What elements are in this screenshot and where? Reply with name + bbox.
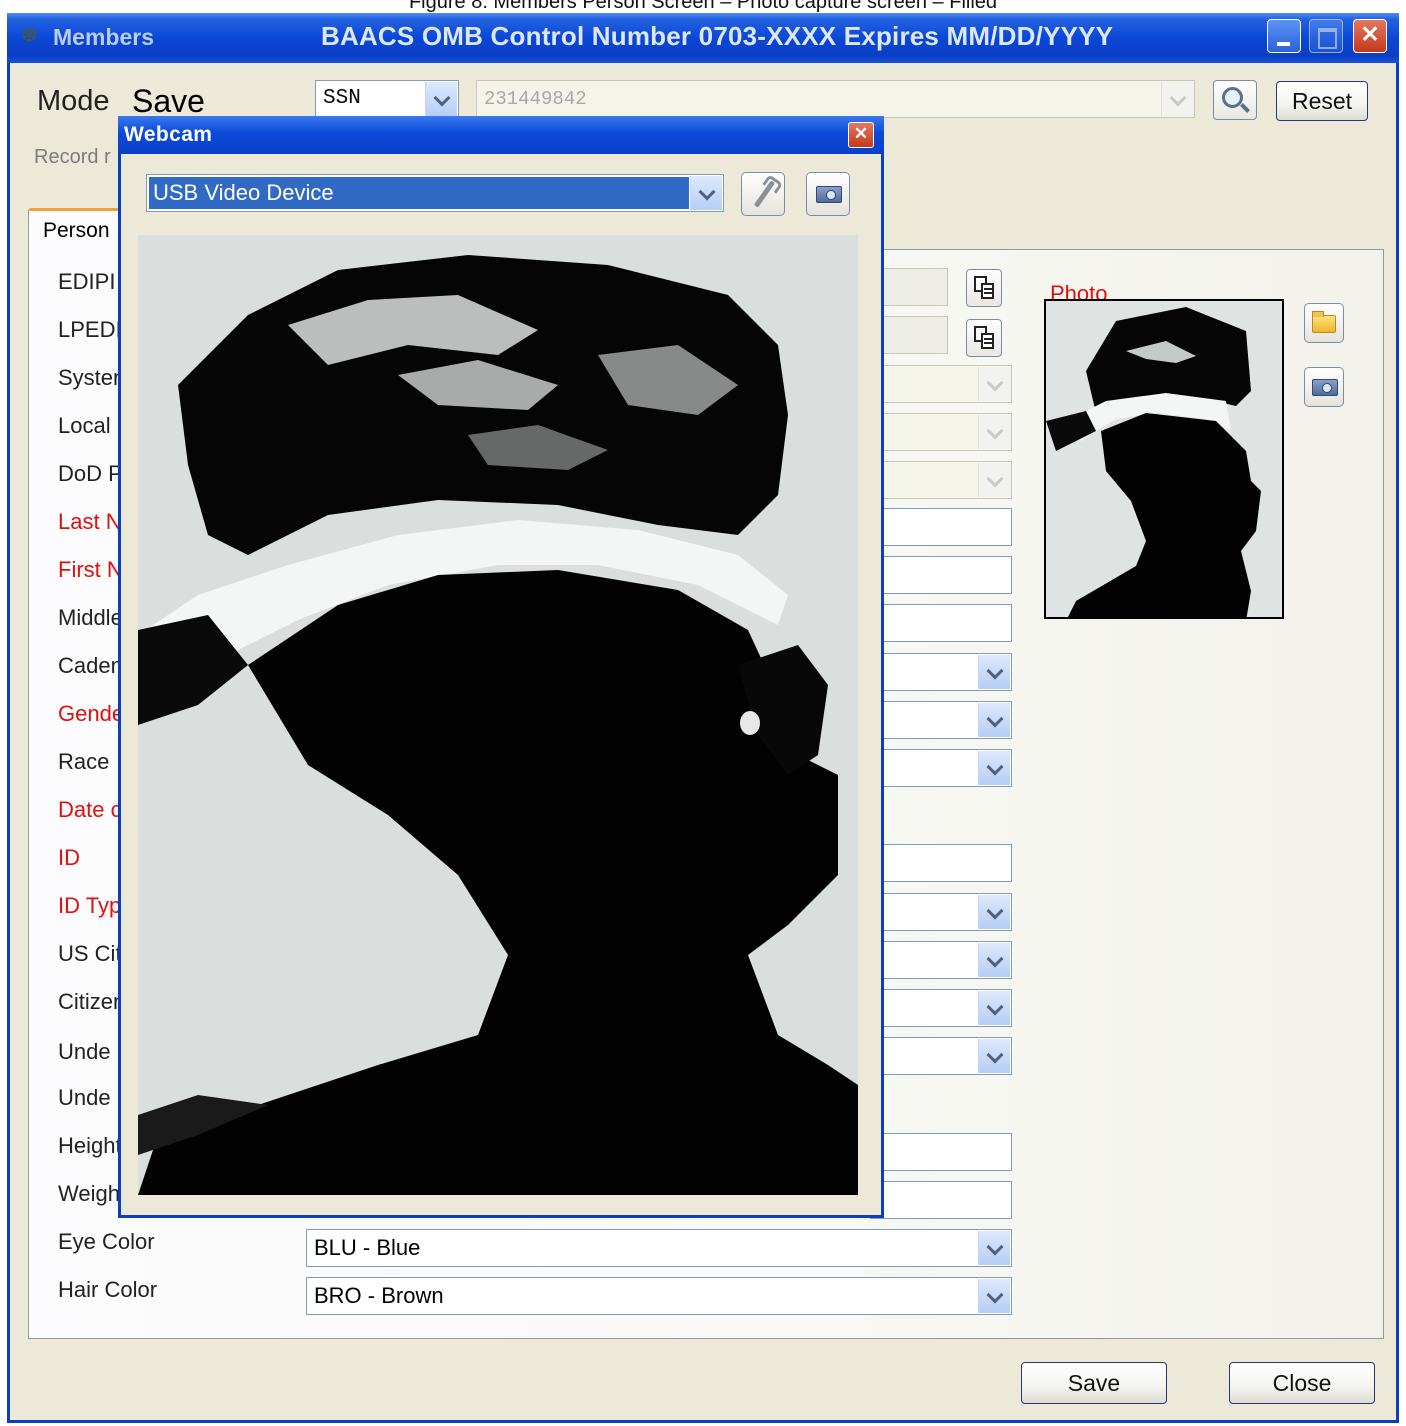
us-citizen-select[interactable] <box>870 941 1012 979</box>
search-type-value: SSN <box>323 87 361 110</box>
form-row-label: Weigh <box>58 1181 120 1206</box>
cadency-select[interactable] <box>870 653 1012 691</box>
first-name-input[interactable] <box>870 556 1012 594</box>
system-select[interactable] <box>870 365 1012 403</box>
webcam-title-bar[interactable]: Webcam <box>118 116 884 154</box>
weight-input[interactable] <box>870 1181 1012 1219</box>
form-row-label: DoD P <box>58 461 123 486</box>
search-value-combo[interactable]: 231449842 <box>476 80 1195 118</box>
chevron-down-icon <box>978 751 1010 785</box>
browse-photo-button[interactable] <box>1304 303 1344 343</box>
search-button[interactable] <box>1213 80 1257 120</box>
form-row-label: US Cit <box>58 941 122 966</box>
camera-icon <box>1312 379 1338 396</box>
chevron-down-icon[interactable] <box>425 82 457 116</box>
camera-icon <box>816 186 842 203</box>
webcam-feed <box>138 235 858 1195</box>
maximize-button[interactable] <box>1309 19 1343 53</box>
webcam-title: Webcam <box>124 123 213 146</box>
mode-label: Mode <box>37 85 110 117</box>
close-window-button[interactable] <box>1353 19 1387 53</box>
id-type-select[interactable] <box>870 893 1012 931</box>
chevron-down-icon <box>978 1279 1010 1313</box>
chevron-down-icon[interactable] <box>690 176 722 210</box>
chevron-down-icon <box>978 895 1010 929</box>
folder-icon <box>1312 311 1336 333</box>
middle-name-input[interactable] <box>870 604 1012 642</box>
height-input[interactable] <box>870 1133 1012 1171</box>
figure-caption: Figure 8. Members Person Screen – Photo … <box>408 0 998 13</box>
id-input[interactable] <box>870 844 1012 882</box>
gender-select[interactable] <box>870 701 1012 739</box>
chevron-down-icon <box>978 991 1010 1025</box>
device-select[interactable]: USB Video Device <box>146 174 724 212</box>
webcam-capture-button[interactable] <box>806 172 850 216</box>
form-row-label: Caden <box>58 653 123 678</box>
window-title: BAACS OMB Control Number 0703-XXXX Expir… <box>321 21 1114 51</box>
title-bar[interactable]: ❆ Members BAACS OMB Control Number 0703-… <box>7 13 1399 63</box>
minimize-button[interactable] <box>1267 19 1301 53</box>
chevron-down-icon <box>978 703 1010 737</box>
form-row-label: Local I <box>58 413 123 438</box>
device-value: USB Video Device <box>149 177 689 209</box>
form-row-label: Last N <box>58 509 122 534</box>
webcam-image <box>138 235 858 1195</box>
race-select[interactable] <box>870 749 1012 787</box>
form-row-label: Date c <box>58 797 122 822</box>
member-photo <box>1046 301 1282 617</box>
form-row-label: Gende <box>58 701 125 726</box>
form-row-label: First N <box>58 557 123 582</box>
hair-color-value: BRO - Brown <box>314 1283 444 1308</box>
chevron-down-icon <box>978 463 1010 497</box>
chevron-down-icon <box>978 1039 1010 1073</box>
capture-photo-button[interactable] <box>1304 367 1344 407</box>
citizenship-select[interactable] <box>870 989 1012 1027</box>
form-row-label: Race <box>58 749 110 774</box>
copy-lpedi-button[interactable] <box>966 319 1002 357</box>
webcam-dialog: Webcam USB Video Device <box>118 116 884 1218</box>
form-row-label: Citizen <box>58 989 126 1014</box>
chevron-down-icon <box>978 415 1010 449</box>
form-row-label: EDIPI <box>58 269 116 294</box>
chevron-down-icon[interactable] <box>1161 82 1193 116</box>
app-name: Members <box>53 24 154 50</box>
under-select[interactable] <box>870 1037 1012 1075</box>
photo-preview <box>1044 299 1284 619</box>
dod-select[interactable] <box>870 461 1012 499</box>
form-row-label: Eye Color <box>58 1229 155 1254</box>
close-webcam-button[interactable] <box>848 122 874 148</box>
chevron-down-icon <box>978 367 1010 401</box>
bat-icon: ❆ <box>21 25 38 47</box>
copy-edipi-button[interactable] <box>966 269 1002 307</box>
form-row-label: Unde <box>58 1039 111 1064</box>
reset-button[interactable]: Reset <box>1276 81 1368 121</box>
close-button[interactable]: Close <box>1229 1362 1375 1404</box>
last-name-input[interactable] <box>870 508 1012 546</box>
tab-person[interactable]: Person <box>28 208 128 266</box>
save-button[interactable]: Save <box>1021 1362 1167 1404</box>
webcam-settings-button[interactable] <box>741 172 785 216</box>
mode-value: Save <box>132 83 205 119</box>
wrench-icon <box>753 180 776 208</box>
form-row-label: ID <box>58 845 80 870</box>
eye-color-select[interactable]: BLU - Blue <box>306 1229 1012 1267</box>
chevron-down-icon <box>978 1231 1010 1265</box>
form-row-label: Systen <box>58 365 126 390</box>
form-row-label: Hair Color <box>58 1277 158 1302</box>
record-label: Record r <box>34 146 111 168</box>
chevron-down-icon <box>978 943 1010 977</box>
hair-color-select[interactable]: BRO - Brown <box>306 1277 1012 1315</box>
form-row-label: Unde <box>58 1085 111 1110</box>
local-select[interactable] <box>870 413 1012 451</box>
search-type-select[interactable]: SSN <box>315 80 459 118</box>
form-row-label: Middle <box>58 605 123 630</box>
form-row-label: LPEDI <box>58 317 122 342</box>
chevron-down-icon <box>978 655 1010 689</box>
eye-color-value: BLU - Blue <box>314 1235 421 1260</box>
form-row-label: ID Typ <box>58 893 122 918</box>
search-value: 231449842 <box>484 88 587 110</box>
form-row-label: Height <box>58 1133 122 1158</box>
